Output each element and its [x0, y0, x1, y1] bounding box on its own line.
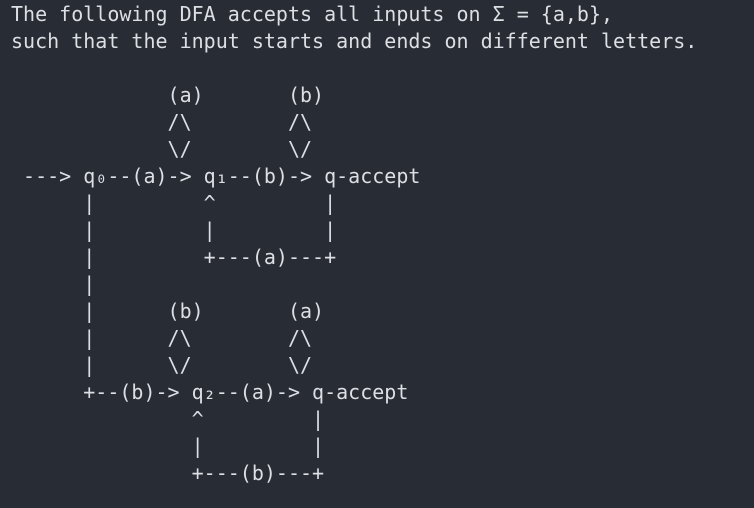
transition-row-q0-q1: ---> q₀--(a)-> q₁--(b)-> q-accept	[11, 164, 421, 188]
back-edge-row-b: +---(b)---+	[11, 461, 325, 485]
loop-arrow-row-2b: | \/ \/	[11, 353, 313, 377]
description-line-1: The following DFA accepts all inputs on …	[11, 2, 614, 26]
loop-arrow-row-1b: \/ \/	[11, 137, 313, 161]
loop-arrow-row-1a: /\ /\	[11, 110, 313, 134]
description-line-2: such that the input starts and ends on d…	[11, 29, 698, 53]
connector-row-2: | | |	[11, 218, 337, 242]
loop-arrow-row-2a: | /\ /\	[11, 326, 313, 350]
loop-label-row-1: (a) (b)	[11, 83, 325, 107]
back-edge-row-a: | +---(a)---+	[11, 245, 337, 269]
terminal-screen: The following DFA accepts all inputs on …	[0, 0, 754, 508]
connector-row-1: | ^ |	[11, 191, 337, 215]
transition-row-q0-q2: +--(b)-> q₂--(a)-> q-accept	[11, 380, 409, 404]
connector-row-5: | |	[11, 434, 325, 458]
connector-row-4: ^ |	[11, 407, 325, 431]
loop-label-row-2: | (b) (a)	[11, 299, 325, 323]
connector-row-3: |	[11, 272, 96, 296]
